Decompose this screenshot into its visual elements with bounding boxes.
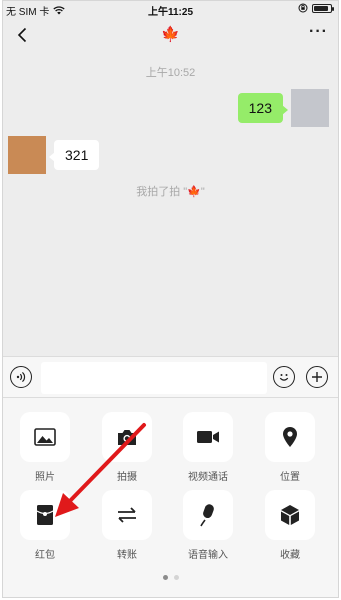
panel-item-video-call[interactable]: 视频通话 (183, 412, 233, 483)
panel-item-photo[interactable]: 照片 (20, 412, 70, 483)
transfer-icon (118, 507, 136, 523)
page-indicator (3, 575, 338, 580)
incoming-message-bubble[interactable]: 321 (48, 140, 100, 170)
status-time: 上午11:25 (147, 7, 194, 18)
message-row-incoming: 321 (8, 136, 100, 174)
panel-item-label: 收藏 (280, 550, 300, 561)
my-avatar[interactable] (291, 89, 329, 127)
panel-item-label: 照片 (35, 472, 55, 483)
location-icon (283, 427, 297, 447)
panel-item-label: 转账 (117, 550, 137, 561)
microphone-icon (200, 504, 214, 527)
panel-item-transfer[interactable]: 转账 (102, 490, 152, 561)
nav-bar: 🍁 ··· (3, 19, 338, 53)
panel-item-label: 视频通话 (188, 472, 228, 483)
contact-avatar[interactable] (8, 136, 46, 174)
page-dot[interactable] (173, 575, 179, 580)
emoji-icon (279, 374, 289, 381)
pat-system-tip: 我拍了拍 "🍁" (136, 186, 205, 198)
voice-icon (16, 371, 26, 383)
message-time-label: 上午10:52 (145, 67, 196, 79)
red-packet-icon (36, 505, 54, 525)
panel-item-label: 拍摄 (117, 472, 137, 483)
phone-frame: 无 SIM 卡 上午11:25 🍁 ··· 上午10:52 123 321 我拍… (2, 0, 339, 598)
plus-icon (312, 372, 322, 382)
battery-icon (312, 3, 334, 13)
panel-item-location[interactable]: 位置 (265, 412, 315, 483)
status-bar: 无 SIM 卡 上午11:25 (3, 1, 338, 19)
panel-item-voice-input[interactable]: 语音输入 (183, 490, 233, 561)
camera-icon (118, 430, 136, 445)
panel-item-favorites[interactable]: 收藏 (265, 490, 315, 561)
photo-icon (34, 428, 56, 446)
function-panel: 照片 拍摄 视频通话 位置 红包 转账 语音输入 收藏 (3, 398, 338, 597)
chat-title: 🍁 (161, 26, 180, 43)
more-functions-button[interactable] (306, 366, 328, 388)
input-bar (3, 356, 338, 398)
panel-item-label: 红包 (35, 550, 55, 561)
message-row-outgoing: 123 (237, 89, 329, 127)
orientation-lock-icon (298, 3, 308, 13)
message-input[interactable] (41, 362, 267, 394)
voice-toggle-button[interactable] (10, 366, 32, 388)
page-dot-active[interactable] (162, 575, 168, 580)
favorites-icon (281, 505, 299, 525)
more-button[interactable]: ··· (309, 23, 328, 41)
emoji-button[interactable] (273, 366, 295, 388)
panel-item-label: 语音输入 (188, 550, 228, 561)
panel-item-red-packet[interactable]: 红包 (20, 490, 70, 561)
outgoing-message-bubble[interactable]: 123 (237, 93, 289, 123)
panel-item-label: 位置 (280, 472, 300, 483)
video-call-icon (197, 431, 219, 443)
panel-item-camera[interactable]: 拍摄 (102, 412, 152, 483)
